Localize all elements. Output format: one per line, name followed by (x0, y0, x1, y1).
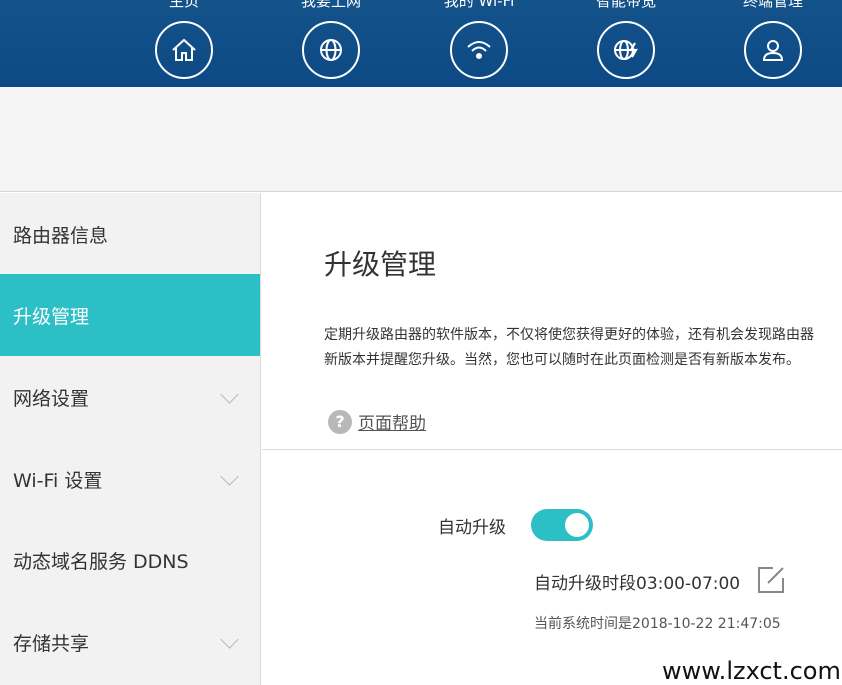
globe-icon (302, 21, 360, 79)
sidebar-item-router-info[interactable]: 路由器信息 (0, 193, 260, 275)
chevron-down-icon (220, 385, 239, 404)
sidebar-item-label: 升级管理 (13, 305, 90, 328)
page-help-link[interactable]: ? 页面帮助 (328, 409, 426, 434)
sidebar-item-label: 存储共享 (13, 632, 90, 655)
watermark: www.lzxct.com (662, 657, 841, 685)
chevron-down-icon (220, 630, 239, 649)
home-icon (155, 21, 213, 79)
user-icon (744, 21, 802, 79)
bandwidth-icon (597, 21, 655, 79)
sidebar-item-network[interactable]: 网络设置 (0, 356, 260, 438)
sidebar-item-ddns[interactable]: 动态域名服务 DDNS (0, 519, 260, 601)
nav-item-home[interactable]: 主页 (124, 0, 244, 87)
nav-item-bandwidth[interactable]: 智能带宽 (566, 0, 686, 87)
edit-icon[interactable] (756, 565, 786, 595)
auto-upgrade-label: 自动升级 (438, 518, 506, 538)
nav-label-wifi: 我的 Wi-Fi (443, 0, 515, 10)
help-icon: ? (328, 409, 352, 434)
toggle-knob (565, 513, 589, 537)
nav-label-devices: 终端管理 (742, 0, 803, 10)
sidebar-item-label: 路由器信息 (13, 224, 109, 247)
wifi-icon (450, 21, 508, 79)
chevron-down-icon (220, 467, 239, 486)
nav-label-internet: 我要上网 (300, 0, 361, 10)
sidebar-item-label: 网络设置 (13, 387, 90, 410)
system-time-text: 当前系统时间是2018-10-22 21:47:05 (534, 616, 781, 632)
header-band (0, 87, 842, 192)
nav-item-devices[interactable]: 终端管理 (713, 0, 833, 87)
nav-item-internet[interactable]: 我要上网 (271, 0, 391, 87)
nav-item-wifi[interactable]: 我的 Wi-Fi (419, 0, 539, 87)
main-panel: 升级管理 定期升级路由器的软件版本，不仅将使您获得更好的体验，还有机会发现路由器… (262, 193, 842, 685)
page-description: 定期升级路由器的软件版本，不仅将使您获得更好的体验，还有机会发现路由器 新版本并… (324, 323, 814, 373)
description-line: 定期升级路由器的软件版本，不仅将使您获得更好的体验，还有机会发现路由器 (324, 327, 814, 343)
help-link-text[interactable]: 页面帮助 (358, 409, 426, 434)
sidebar-item-upgrade[interactable]: 升级管理 (0, 274, 260, 356)
sidebar: 路由器信息 升级管理 网络设置 Wi-Fi 设置 动态域名服务 DDNS 存储共… (0, 193, 261, 685)
nav-label-home: 主页 (168, 0, 199, 10)
divider (262, 449, 842, 450)
upgrade-period-text: 自动升级时段03:00-07:00 (534, 574, 741, 594)
description-line: 新版本并提醒您升级。当然，您也可以随时在此页面检测是否有新版本发布。 (324, 352, 800, 368)
auto-upgrade-toggle[interactable] (531, 509, 593, 541)
sidebar-item-label: 动态域名服务 DDNS (13, 550, 189, 573)
sidebar-item-label: Wi-Fi 设置 (13, 469, 103, 492)
sidebar-item-wifi[interactable]: Wi-Fi 设置 (0, 438, 260, 520)
sidebar-item-storage[interactable]: 存储共享 (0, 601, 260, 683)
top-nav: 主页 我要上网 我的 Wi-Fi 智能带宽 终端管理 (0, 0, 842, 87)
nav-label-bandwidth: 智能带宽 (595, 0, 656, 10)
page-title: 升级管理 (324, 248, 437, 281)
